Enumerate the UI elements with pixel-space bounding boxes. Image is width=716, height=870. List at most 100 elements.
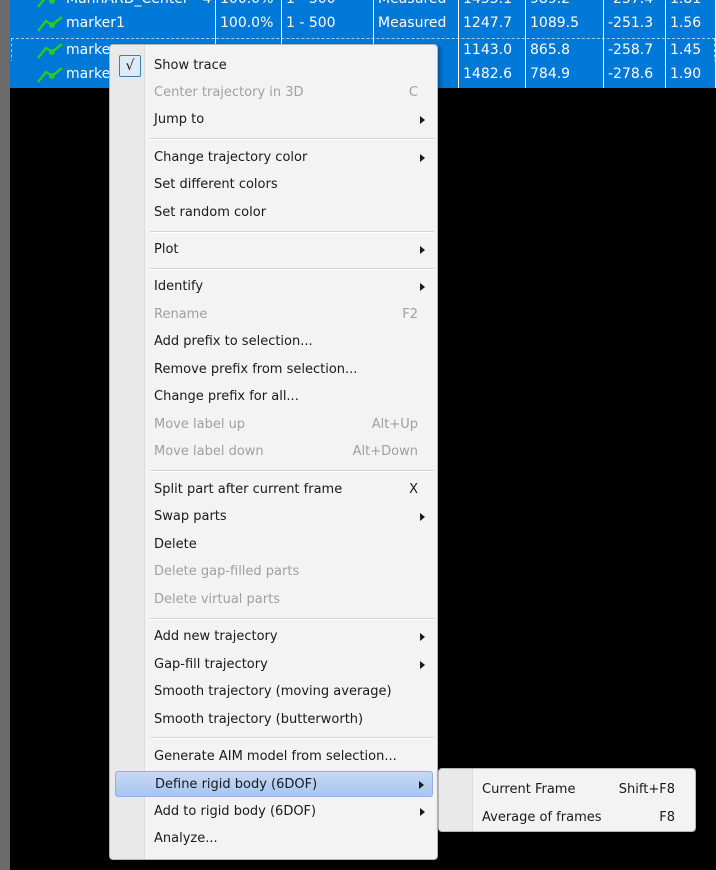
trajectory-type: Measured xyxy=(374,10,459,37)
menu-item-label: Analyze... xyxy=(154,831,218,846)
menu-item-average-of-frames[interactable]: Average of frames F8 xyxy=(443,805,691,831)
menu-item-smooth-butterworth[interactable]: Smooth trajectory (butterworth) xyxy=(115,707,433,733)
menu-item-label: Add prefix to selection... xyxy=(154,334,313,349)
menu-item-label: Change prefix for all... xyxy=(154,389,299,404)
menu-item-label: Smooth trajectory (butterworth) xyxy=(154,712,364,727)
menu-item-label: Delete xyxy=(154,537,197,552)
menu-item-shortcut: Alt+Down xyxy=(352,444,418,459)
residual-value: 1.45 xyxy=(666,37,716,64)
menu-item-center-trajectory[interactable]: Center trajectory in 3D C xyxy=(115,80,433,106)
menu-item-label: Change trajectory color xyxy=(154,150,308,165)
menu-item-split-part[interactable]: Split part after current frame X xyxy=(115,477,433,503)
menu-separator xyxy=(150,737,434,739)
submenu-arrow-icon xyxy=(420,154,425,162)
menu-item-shortcut: Shift+F8 xyxy=(618,782,675,797)
frame-range: 1 - 500 xyxy=(282,10,374,37)
menu-item-label: Set random color xyxy=(154,205,267,220)
menu-item-label: Gap-fill trajectory xyxy=(154,657,268,672)
trajectory-context-menu: √ Show trace Center trajectory in 3D C J… xyxy=(109,44,438,860)
menu-separator xyxy=(150,138,434,140)
menu-item-current-frame[interactable]: Current Frame Shift+F8 xyxy=(443,777,691,803)
y-value: 865.8 xyxy=(526,37,604,64)
menu-item-label: Split part after current frame xyxy=(154,482,343,497)
menu-item-label: Center trajectory in 3D xyxy=(154,85,304,100)
menu-item-add-to-rigid-body[interactable]: Add to rigid body (6DOF) xyxy=(115,799,433,825)
menu-item-remove-prefix[interactable]: Remove prefix from selection... xyxy=(115,357,433,383)
submenu-arrow-icon xyxy=(420,633,425,641)
z-value: -258.7 xyxy=(604,37,666,64)
menu-item-shortcut: F2 xyxy=(402,307,418,322)
menu-item-plot[interactable]: Plot xyxy=(115,237,433,263)
menu-item-change-trajectory-color[interactable]: Change trajectory color xyxy=(115,145,433,171)
menu-item-delete-gap-filled[interactable]: Delete gap-filled parts xyxy=(115,559,433,585)
menu-item-delete-virtual[interactable]: Delete virtual parts xyxy=(115,587,433,613)
menu-item-shortcut: C xyxy=(408,85,418,100)
menu-item-rename[interactable]: Rename F2 xyxy=(115,302,433,328)
menu-item-analyze[interactable]: Analyze... xyxy=(115,826,433,852)
menu-item-shortcut: X xyxy=(409,482,418,497)
menu-item-delete[interactable]: Delete xyxy=(115,532,433,558)
menu-item-label: Smooth trajectory (moving average) xyxy=(154,684,392,699)
submenu-arrow-icon xyxy=(420,661,425,669)
menu-item-add-prefix[interactable]: Add prefix to selection... xyxy=(115,329,433,355)
menu-item-label: Identify xyxy=(154,279,204,294)
x-value: 1482.6 xyxy=(459,61,526,88)
submenu-arrow-icon xyxy=(419,781,424,789)
menu-separator xyxy=(150,268,434,270)
menu-item-define-rigid-body[interactable]: Define rigid body (6DOF) xyxy=(115,771,433,797)
menu-item-label: Rename xyxy=(154,307,208,322)
submenu-arrow-icon xyxy=(420,283,425,291)
menu-item-label: Average of frames xyxy=(482,810,602,825)
menu-item-show-trace[interactable]: √ Show trace xyxy=(115,53,433,79)
menu-item-set-random-color[interactable]: Set random color xyxy=(115,200,433,226)
menu-item-shortcut: Alt+Up xyxy=(371,417,418,432)
menu-item-identify[interactable]: Identify xyxy=(115,274,433,300)
menu-item-label: Remove prefix from selection... xyxy=(154,362,358,377)
menu-item-label: Set different colors xyxy=(154,177,278,192)
left-panel-edge xyxy=(0,0,10,870)
menu-item-label: Plot xyxy=(154,242,179,257)
menu-item-swap-parts[interactable]: Swap parts xyxy=(115,504,433,530)
menu-item-change-prefix[interactable]: Change prefix for all... xyxy=(115,384,433,410)
y-value: 784.9 xyxy=(526,61,604,88)
menu-separator xyxy=(150,618,434,620)
menu-item-label: Move label up xyxy=(154,417,246,432)
fill-level: 100.0% xyxy=(216,10,282,37)
menu-item-set-different-colors[interactable]: Set different colors xyxy=(115,172,433,198)
z-value: -251.3 xyxy=(604,10,666,37)
x-value: 1143.0 xyxy=(459,37,526,64)
residual-value: 1.56 xyxy=(666,10,716,37)
x-value: 1247.7 xyxy=(459,10,526,37)
menu-item-label: Current Frame xyxy=(482,782,576,797)
menu-separator xyxy=(150,231,434,233)
residual-value: 1.90 xyxy=(666,61,716,88)
submenu-arrow-icon xyxy=(420,808,425,816)
menu-item-jump-to[interactable]: Jump to xyxy=(115,107,433,133)
menu-item-label: Add to rigid body (6DOF) xyxy=(154,804,317,819)
z-value: -278.6 xyxy=(604,61,666,88)
menu-item-move-label-up[interactable]: Move label up Alt+Up xyxy=(115,412,433,438)
y-value: 1089.5 xyxy=(526,10,604,37)
trajectory-name: marker1 xyxy=(10,10,216,37)
menu-item-gap-fill-trajectory[interactable]: Gap-fill trajectory xyxy=(115,652,433,678)
menu-item-label: Delete gap-filled parts xyxy=(154,564,300,579)
table-row[interactable]: marker1 100.0% 1 - 500 Measured 1247.7 1… xyxy=(10,10,716,37)
menu-item-label: Show trace xyxy=(154,58,227,73)
menu-item-label: Define rigid body (6DOF) xyxy=(155,777,318,792)
menu-item-smooth-moving-average[interactable]: Smooth trajectory (moving average) xyxy=(115,679,433,705)
menu-item-label: Generate AIM model from selection... xyxy=(154,749,397,764)
menu-item-label: Jump to xyxy=(154,112,205,127)
menu-item-shortcut: F8 xyxy=(659,810,675,825)
submenu-arrow-icon xyxy=(420,116,425,124)
menu-item-label: Swap parts xyxy=(154,509,227,524)
menu-item-label: Move label down xyxy=(154,444,264,459)
submenu-arrow-icon xyxy=(420,246,425,254)
menu-item-label: Delete virtual parts xyxy=(154,592,280,607)
rigid-body-submenu: Current Frame Shift+F8 Average of frames… xyxy=(438,768,696,832)
menu-item-generate-aim[interactable]: Generate AIM model from selection... xyxy=(115,744,433,770)
menu-item-add-new-trajectory[interactable]: Add new trajectory xyxy=(115,624,433,650)
menu-separator xyxy=(150,470,434,472)
menu-item-label: Add new trajectory xyxy=(154,629,278,644)
submenu-arrow-icon xyxy=(420,513,425,521)
menu-item-move-label-down[interactable]: Move label down Alt+Down xyxy=(115,439,433,465)
